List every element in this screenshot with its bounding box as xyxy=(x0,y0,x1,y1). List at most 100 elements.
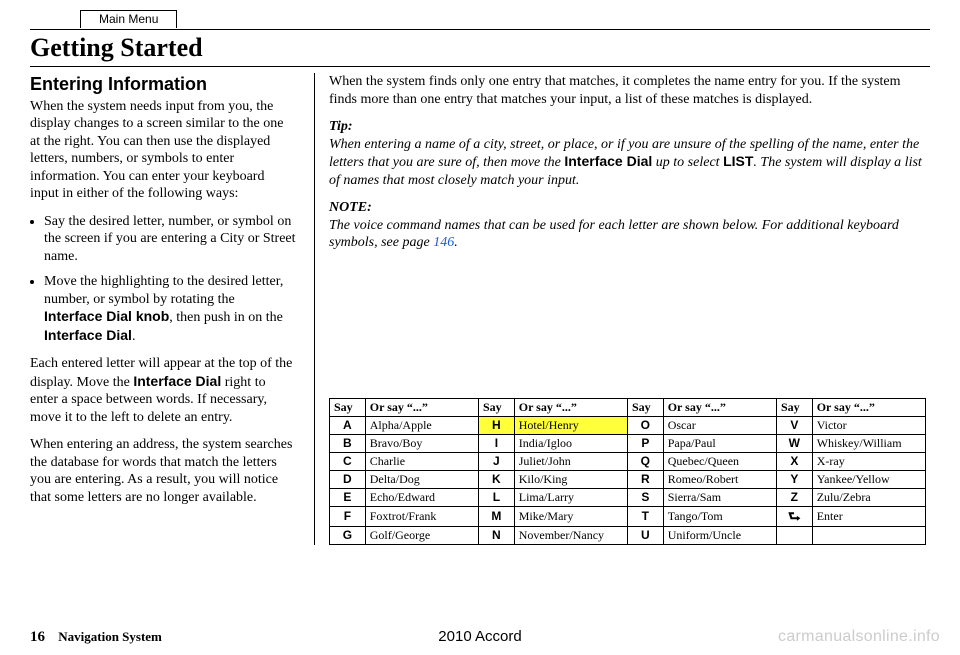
watermark: carmanualsonline.info xyxy=(778,627,940,647)
section-heading: Entering Information xyxy=(30,73,296,96)
table-orsay-cell: Enter xyxy=(812,506,925,527)
table-orsay-cell: Victor xyxy=(812,416,925,434)
system-label: Navigation System xyxy=(58,629,162,644)
tip-label: Tip: xyxy=(329,119,353,134)
phonetic-table: Say Or say “...” Say Or say “...” Say Or… xyxy=(329,398,926,546)
tip-block: Tip: When entering a name of a city, str… xyxy=(329,118,926,189)
table-row: AAlpha/AppleHHotel/HenryOOscarVVictor xyxy=(330,416,926,434)
table-orsay-cell: Yankee/Yellow xyxy=(812,470,925,488)
table-header: Say xyxy=(330,398,366,416)
table-header: Or say “...” xyxy=(663,398,776,416)
table-orsay-cell: Sierra/Sam xyxy=(663,488,776,506)
table-orsay-cell: Juliet/John xyxy=(514,452,627,470)
table-orsay-cell: November/Nancy xyxy=(514,527,627,545)
table-row: DDelta/DogKKilo/KingRRomeo/RobertYYankee… xyxy=(330,470,926,488)
table-orsay-cell: Romeo/Robert xyxy=(663,470,776,488)
table-orsay-cell: Whiskey/William xyxy=(812,434,925,452)
table-say-cell: V xyxy=(776,416,812,434)
table-say-cell: X xyxy=(776,452,812,470)
note-pre: The voice command names that can be used… xyxy=(329,218,899,251)
table-header-row: Say Or say “...” Say Or say “...” Say Or… xyxy=(330,398,926,416)
main-menu-button[interactable]: Main Menu xyxy=(80,10,177,28)
screen-placeholder xyxy=(329,262,926,382)
interface-dial-knob-label: Interface Dial knob xyxy=(44,308,169,324)
note-block: NOTE: The voice command names that can b… xyxy=(329,199,926,252)
table-say-cell: P xyxy=(627,434,663,452)
table-row: EEcho/EdwardLLima/LarrySSierra/SamZZulu/… xyxy=(330,488,926,506)
right-column: When the system finds only one entry tha… xyxy=(315,73,930,545)
table-say-cell: R xyxy=(627,470,663,488)
table-row: FFoxtrot/FrankMMike/MaryTTango/Tom ⮐ Enter xyxy=(330,506,926,527)
table-say-cell: K xyxy=(478,470,514,488)
table-orsay-cell: Foxtrot/Frank xyxy=(365,506,478,527)
table-orsay-cell: Echo/Edward xyxy=(365,488,478,506)
bullet2-pre: Move the highlighting to the desired let… xyxy=(44,274,283,307)
enter-icon: ⮐ xyxy=(788,508,801,526)
table-orsay-cell: Golf/George xyxy=(365,527,478,545)
table-say-cell: C xyxy=(330,452,366,470)
intro-paragraph: When the system needs input from you, th… xyxy=(30,98,296,203)
bullet2-mid: , then push in on the xyxy=(169,310,283,325)
table-orsay-cell: Oscar xyxy=(663,416,776,434)
table-header: Or say “...” xyxy=(514,398,627,416)
bullet2-post: . xyxy=(132,329,136,344)
table-say-cell: N xyxy=(478,527,514,545)
table-orsay-cell: Quebec/Queen xyxy=(663,452,776,470)
table-orsay-cell: X-ray xyxy=(812,452,925,470)
table-say-cell: S xyxy=(627,488,663,506)
page-title: Getting Started xyxy=(30,30,930,65)
table-say-cell: ⮐ xyxy=(776,506,812,527)
table-header: Or say “...” xyxy=(365,398,478,416)
note-label: NOTE: xyxy=(329,200,372,215)
table-orsay-cell: Bravo/Boy xyxy=(365,434,478,452)
table-header: Say xyxy=(776,398,812,416)
table-say-cell: U xyxy=(627,527,663,545)
table-orsay-cell: Uniform/Uncle xyxy=(663,527,776,545)
title-rule xyxy=(30,66,930,67)
table-say-cell: J xyxy=(478,452,514,470)
table-orsay-cell: Hotel/Henry xyxy=(514,416,627,434)
table-say-cell: L xyxy=(478,488,514,506)
table-orsay-cell: Mike/Mary xyxy=(514,506,627,527)
table-orsay-cell: Delta/Dog xyxy=(365,470,478,488)
table-say-cell xyxy=(776,527,812,545)
model-label: 2010 Accord xyxy=(438,628,521,647)
table-say-cell: M xyxy=(478,506,514,527)
table-say-cell: Q xyxy=(627,452,663,470)
table-say-cell: H xyxy=(478,416,514,434)
table-header: Or say “...” xyxy=(812,398,925,416)
table-say-cell: W xyxy=(776,434,812,452)
list-item: Move the highlighting to the desired let… xyxy=(44,273,296,345)
match-paragraph: When the system finds only one entry tha… xyxy=(329,73,926,108)
table-say-cell: O xyxy=(627,416,663,434)
page-number: 16 xyxy=(30,629,45,645)
table-row: GGolf/GeorgeNNovember/NancyUUniform/Uncl… xyxy=(330,527,926,545)
table-orsay-cell: India/Igloo xyxy=(514,434,627,452)
page-link[interactable]: 146 xyxy=(433,235,454,250)
table-orsay-cell: Lima/Larry xyxy=(514,488,627,506)
table-say-cell: Z xyxy=(776,488,812,506)
tip-mid: up to select xyxy=(652,155,723,170)
paragraph-search: When entering an address, the system sea… xyxy=(30,436,296,506)
table-say-cell: D xyxy=(330,470,366,488)
bullet-list: Say the desired letter, number, or symbo… xyxy=(30,213,296,346)
table-orsay-cell: Charlie xyxy=(365,452,478,470)
table-orsay-cell: Tango/Tom xyxy=(663,506,776,527)
table-orsay-cell: Zulu/Zebra xyxy=(812,488,925,506)
interface-dial-label: Interface Dial xyxy=(133,373,221,389)
table-say-cell: I xyxy=(478,434,514,452)
table-orsay-cell xyxy=(812,527,925,545)
footer: 16 Navigation System xyxy=(30,628,162,647)
table-say-cell: E xyxy=(330,488,366,506)
table-say-cell: G xyxy=(330,527,366,545)
table-orsay-cell: Papa/Paul xyxy=(663,434,776,452)
table-orsay-cell: Alpha/Apple xyxy=(365,416,478,434)
table-row: BBravo/BoyIIndia/IglooPPapa/PaulWWhiskey… xyxy=(330,434,926,452)
list-item: Say the desired letter, number, or symbo… xyxy=(44,213,296,266)
table-say-cell: F xyxy=(330,506,366,527)
table-say-cell: B xyxy=(330,434,366,452)
interface-dial-label: Interface Dial xyxy=(564,153,652,169)
table-say-cell: T xyxy=(627,506,663,527)
table-header: Say xyxy=(627,398,663,416)
interface-dial-label: Interface Dial xyxy=(44,327,132,343)
